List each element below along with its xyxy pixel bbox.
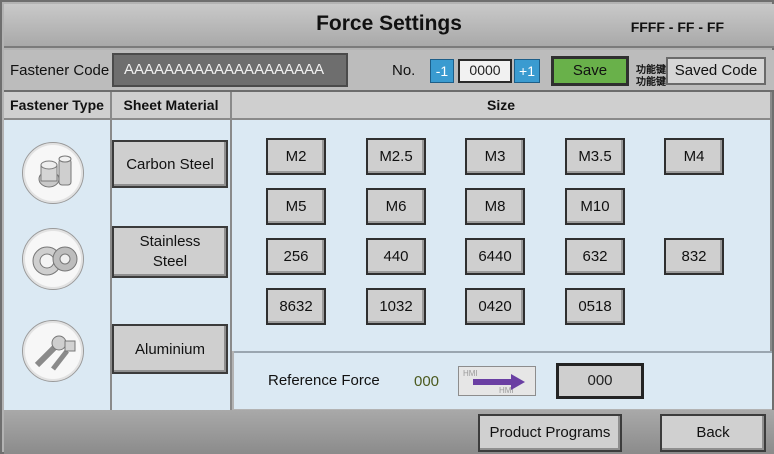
- size-button[interactable]: 0420: [465, 288, 525, 325]
- decrement-button[interactable]: -1: [430, 59, 454, 83]
- material-label: Carbon Steel: [126, 155, 214, 173]
- size-button[interactable]: 832: [664, 238, 724, 275]
- material-label: Aluminium: [134, 340, 206, 358]
- version-label: FFFF - FF - FF: [630, 19, 724, 35]
- size-button[interactable]: M10: [565, 188, 625, 225]
- size-button[interactable]: 440: [366, 238, 426, 275]
- size-button[interactable]: M3: [465, 138, 525, 175]
- sheet-material-header: Sheet Material: [112, 92, 232, 120]
- back-button[interactable]: Back: [660, 414, 766, 452]
- fastener-code-row: Fastener Code AAAAAAAAAAAAAAAAAAAA No. -…: [4, 50, 774, 92]
- hmi-screen: Force Settings FFFF - FF - FF Fastener C…: [0, 0, 774, 454]
- size-button[interactable]: 0518: [565, 288, 625, 325]
- reference-force-current: 000: [414, 373, 440, 390]
- copy-force-button[interactable]: HMI HMI: [458, 366, 536, 396]
- fastener-type-header: Fastener Type: [4, 92, 112, 120]
- nut-fastener-icon[interactable]: [22, 142, 84, 204]
- saved-code-button[interactable]: Saved Code: [666, 57, 766, 85]
- size-button[interactable]: 632: [565, 238, 625, 275]
- size-button[interactable]: M6: [366, 188, 426, 225]
- size-button[interactable]: 6440: [465, 238, 525, 275]
- material-stainless-steel[interactable]: Stainless Steel: [112, 226, 228, 278]
- fastener-code-label: Fastener Code: [10, 62, 110, 79]
- right-arrow-icon: HMI HMI: [463, 369, 525, 395]
- reference-force-value: 000: [559, 366, 641, 396]
- size-button[interactable]: M3.5: [565, 138, 625, 175]
- size-button[interactable]: M2: [266, 138, 326, 175]
- title-bar: Force Settings FFFF - FF - FF: [4, 4, 774, 48]
- size-button[interactable]: M5: [266, 188, 326, 225]
- material-label: Stainless Steel: [139, 233, 201, 270]
- size-button[interactable]: M8: [465, 188, 525, 225]
- save-button-label: Save: [554, 59, 626, 83]
- reference-force-label: Reference Force: [268, 372, 380, 389]
- size-button[interactable]: M2.5: [366, 138, 426, 175]
- number-value: 0000: [460, 61, 510, 81]
- size-header: Size: [232, 92, 772, 120]
- washer-nut-fastener-icon[interactable]: [22, 228, 84, 290]
- footer-bar: Product Programs Back: [4, 410, 774, 454]
- increment-button[interactable]: +1: [514, 59, 540, 83]
- material-carbon-steel[interactable]: Carbon Steel: [112, 140, 228, 188]
- product-programs-button[interactable]: Product Programs: [478, 414, 622, 452]
- function-key-text-2: 功能键: [636, 77, 666, 88]
- size-button[interactable]: 256: [266, 238, 326, 275]
- fastener-code-input[interactable]: AAAAAAAAAAAAAAAAAAAA: [112, 53, 348, 87]
- reference-force-input[interactable]: 000: [556, 363, 644, 399]
- bolt-fastener-icon[interactable]: [22, 320, 84, 382]
- size-button[interactable]: 1032: [366, 288, 426, 325]
- number-label: No.: [392, 62, 416, 79]
- size-button[interactable]: 8632: [266, 288, 326, 325]
- reference-force-panel: Reference Force 000 HMI HMI 000: [234, 351, 772, 409]
- size-button[interactable]: M4: [664, 138, 724, 175]
- number-field[interactable]: 0000: [458, 59, 512, 83]
- hmi-watermark: HMI: [463, 369, 478, 378]
- save-button[interactable]: Save: [551, 56, 629, 86]
- material-aluminium[interactable]: Aluminium: [112, 324, 228, 374]
